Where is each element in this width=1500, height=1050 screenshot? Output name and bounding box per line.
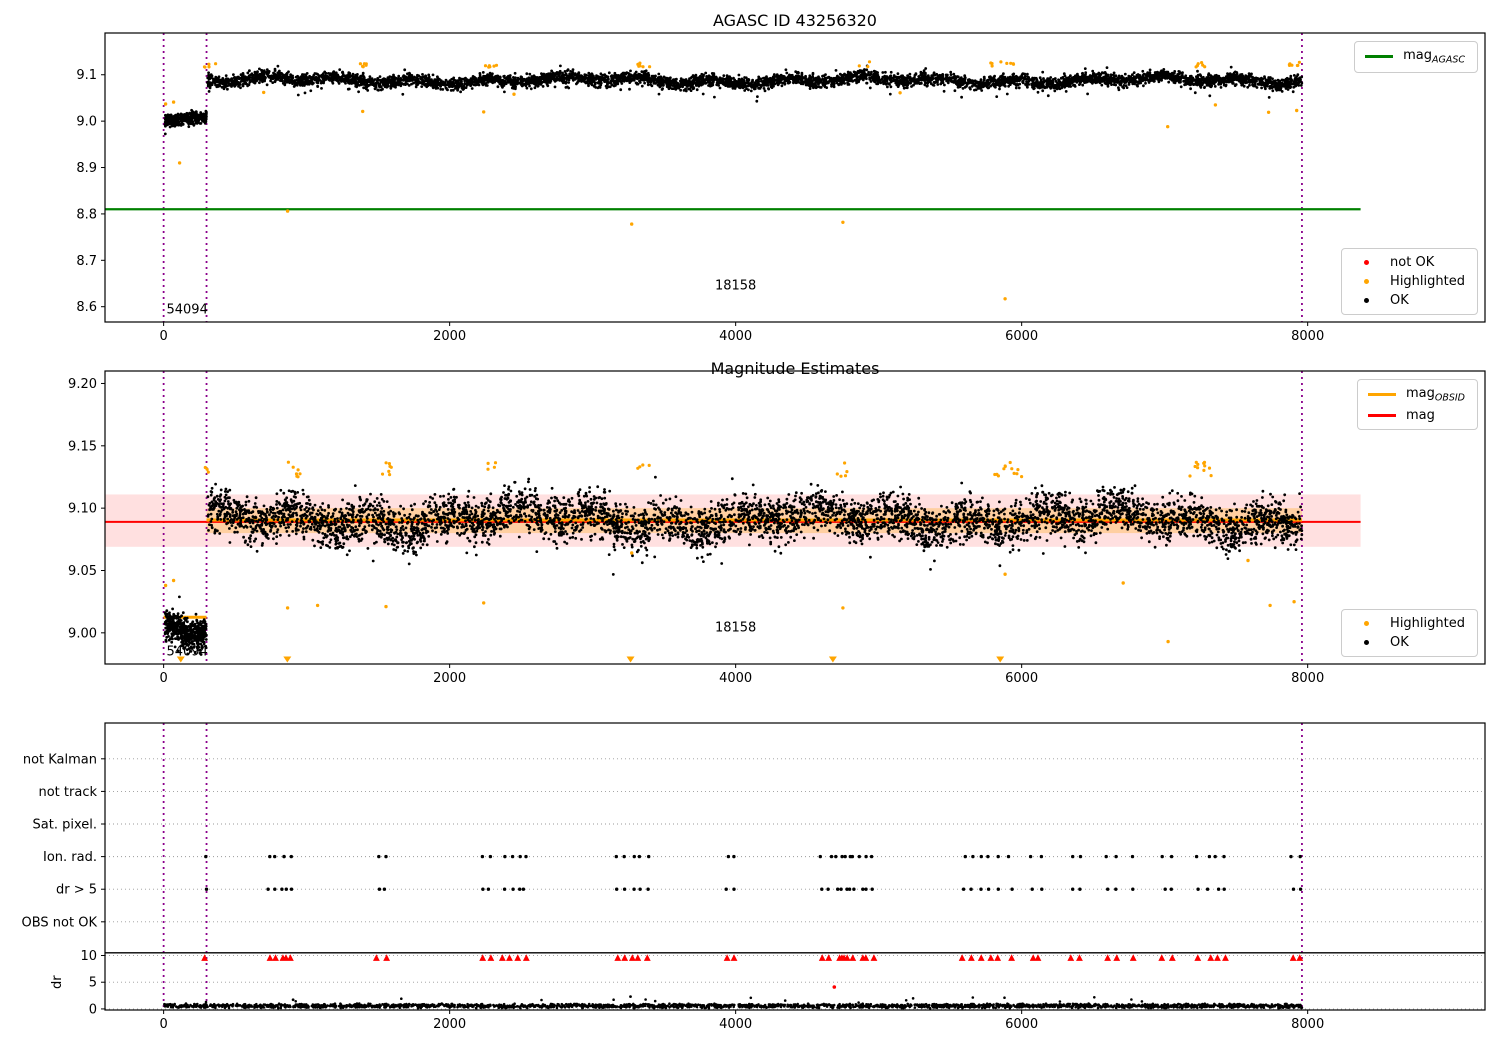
magnitude-estimates-plot-legend-top-right: magOBSID mag <box>1356 379 1478 430</box>
magnitude-estimates-plot: 54094 18158 0 2000 4000 6000 8000 9.00 9.05 9.10 9… <box>68 370 1486 686</box>
swatch-mark <box>1363 298 1369 303</box>
y-tick-label: 9.10 <box>68 502 97 517</box>
y-tick-label: 9.0 <box>76 115 97 130</box>
flags-and-dr-plot: 0 2000 4000 6000 8000 not Kalman not track Sat.… <box>22 722 1486 1032</box>
matplotlib-figure: 54094 18158 0 2000 4000 6000 8000 8.6 8.7 8.8 8.9 9… <box>0 0 1500 1050</box>
swatch-mark <box>1363 279 1369 284</box>
plot-border <box>104 722 1486 1011</box>
flag-points <box>204 854 1303 891</box>
x-tick-label: 6000 <box>1005 329 1038 344</box>
y-tick-label: Ion. rad. <box>43 850 97 865</box>
legend-item-ok: OK <box>1352 635 1465 650</box>
x-tick-label: 8000 <box>1291 329 1324 344</box>
y-tick-label: 9.05 <box>68 564 97 579</box>
swatch-mark <box>1365 55 1394 59</box>
agasc-magnitude-plot-legend-top-right: magAGASC <box>1354 41 1478 73</box>
y-tick-label: OBS not OK <box>22 915 98 930</box>
legend-dot-swatch <box>1352 640 1380 645</box>
x-tick-label: 6000 <box>1005 1017 1038 1032</box>
annotation-54094: 54094 <box>166 644 207 659</box>
x-tick-label: 6000 <box>1005 671 1038 686</box>
legend-line-swatch <box>1367 413 1396 417</box>
legend-line-swatch <box>1365 55 1394 59</box>
highlighted-cluster-points <box>203 460 1213 479</box>
agasc-magnitude-plot-legend-bottom-right: not OK Highlighted OK <box>1341 248 1478 315</box>
magnitude-estimates-plot-legend-bottom-right: Highlighted OK <box>1341 609 1478 657</box>
x-tick-label: 4000 <box>719 671 752 686</box>
y-tick-label: Sat. pixel. <box>33 818 97 833</box>
y-tick-label: 9.1 <box>76 68 97 83</box>
legend-label: Highlighted <box>1390 274 1465 289</box>
x-tick-label: 4000 <box>719 1017 752 1032</box>
x-tick-label: 2000 <box>433 329 466 344</box>
annotation-54094: 54094 <box>166 303 207 318</box>
legend-label: not OK <box>1390 255 1435 270</box>
legend-dot-swatch <box>1352 260 1380 265</box>
legend-item-highlighted: Highlighted <box>1352 274 1465 289</box>
legend-dot-swatch <box>1352 621 1380 626</box>
y-tick-label: 9.15 <box>68 439 97 454</box>
x-tick-label: 2000 <box>433 671 466 686</box>
y-tick-label: 8.6 <box>76 300 97 315</box>
swatch-mark <box>1363 621 1369 626</box>
legend-label: mag <box>1405 407 1435 423</box>
legend-item-highlighted: Highlighted <box>1352 616 1465 631</box>
x-tick-label: 8000 <box>1291 1017 1324 1032</box>
legend-item-mag: magOBSID <box>1367 386 1465 404</box>
legend-label: OK <box>1390 293 1409 308</box>
x-tick-label: 0 <box>159 1017 167 1032</box>
swatch-mark <box>1367 393 1396 397</box>
ok-points-segment-0 <box>163 108 208 136</box>
y-tick-label: dr > 5 <box>56 883 97 898</box>
top-plot-title: AGASC ID 43256320 <box>713 11 877 30</box>
dr-ok-points <box>163 995 1304 1010</box>
y-axis-label: dr <box>50 975 65 989</box>
annotation-18158: 18158 <box>715 621 756 636</box>
y-tick-label: 10 <box>80 949 97 964</box>
legend-label: Highlighted <box>1390 616 1465 631</box>
y-tick-label: 0 <box>89 1002 97 1017</box>
x-tick-label: 0 <box>159 671 167 686</box>
legend-dot-swatch <box>1352 279 1380 284</box>
highlighted-cluster-points <box>202 60 1301 69</box>
y-tick-label: not track <box>38 785 97 800</box>
annotation-18158: 18158 <box>715 279 756 294</box>
y-tick-label: 8.8 <box>76 207 97 222</box>
legend-label: magOBSID <box>1405 386 1465 404</box>
legend-label: magAGASC <box>1403 48 1465 66</box>
legend-item-mag: magAGASC <box>1365 48 1465 66</box>
y-tick-label: not Kalman <box>23 752 97 767</box>
swatch-mark <box>1367 413 1396 417</box>
x-tick-label: 0 <box>159 329 167 344</box>
legend-dot-swatch <box>1352 298 1380 303</box>
swatch-mark <box>1363 260 1369 265</box>
legend-item-ok: OK <box>1352 293 1465 308</box>
legend-label: OK <box>1390 635 1409 650</box>
ok-points-segment-1 <box>206 64 1304 103</box>
y-tick-label: 9.20 <box>68 377 97 392</box>
y-tick-label: 8.7 <box>76 254 97 269</box>
y-tick-label: 8.9 <box>76 161 97 176</box>
legend-item-not-ok: not OK <box>1352 255 1465 270</box>
legend-line-swatch <box>1367 393 1396 397</box>
not-ok-points <box>832 985 837 989</box>
y-tick-label: 5 <box>89 976 97 991</box>
clipped-point-markers <box>176 656 1005 663</box>
x-tick-label: 8000 <box>1291 671 1324 686</box>
x-tick-label: 2000 <box>433 1017 466 1032</box>
legend-item-mag: mag <box>1367 407 1465 423</box>
middle-plot-title: Magnitude Estimates <box>710 359 880 378</box>
x-tick-label: 4000 <box>719 329 752 344</box>
y-tick-label: 9.00 <box>68 626 97 641</box>
agasc-magnitude-plot: 54094 18158 0 2000 4000 6000 8000 8.6 8.7 8.8 8.9 9… <box>76 32 1486 344</box>
swatch-mark <box>1363 640 1369 645</box>
figure-canvas: 54094 18158 0 2000 4000 6000 8000 8.6 8.7 8.8 8.9 9… <box>22 32 1486 1032</box>
highlighted-outlier-points <box>163 90 1299 301</box>
